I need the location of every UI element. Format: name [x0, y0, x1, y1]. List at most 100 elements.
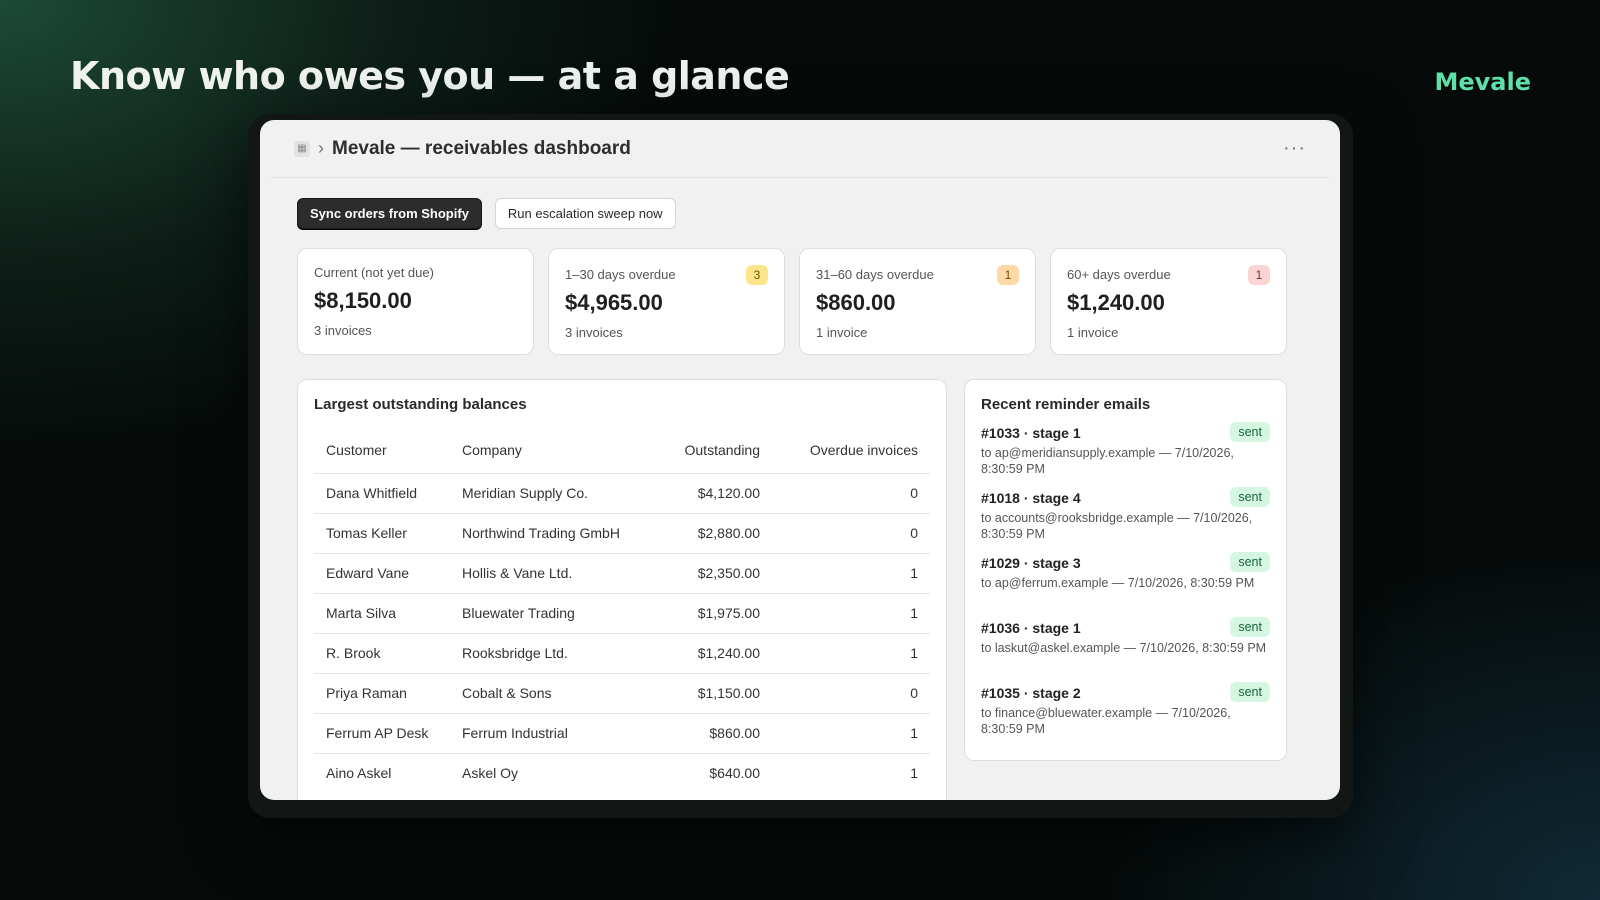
aging-card[interactable]: 31–60 days overdue $860.00 1 invoice 1: [799, 248, 1036, 355]
list-item[interactable]: #1033 · stage 1 sent to ap@meridiansupply.…: [981, 422, 1270, 490]
status-badge: sent: [1230, 682, 1270, 702]
aging-count-badge: 1: [997, 265, 1019, 285]
cell-customer: Tomas Keller: [314, 513, 450, 554]
column-header-outstanding[interactable]: Outstanding: [652, 429, 772, 474]
aging-card-amount: $4,965.00: [565, 290, 663, 315]
table-row[interactable]: Dana Whitfield Meridian Supply Co. $4,120.…: [314, 473, 930, 514]
aging-card[interactable]: Current (not yet due) $8,150.00 3 invoices: [297, 248, 534, 355]
cell-company: Meridian Supply Co.: [450, 473, 652, 514]
cell-customer: Dana Whitfield: [314, 473, 450, 514]
reminder-recipient-time: to ap@meridiansupply.example — 7/10/2026…: [981, 446, 1234, 476]
aging-card-count: 3 invoices: [565, 325, 623, 340]
aging-card-label: 60+ days overdue: [1067, 267, 1171, 282]
cell-outstanding: $860.00: [652, 713, 772, 754]
aging-cards: Current (not yet due) $8,150.00 3 invoices…: [297, 248, 1287, 355]
column-header-company[interactable]: Company: [450, 429, 652, 474]
aging-card-count: 1 invoice: [1067, 325, 1119, 340]
cell-customer: Edward Vane: [314, 553, 450, 594]
sync-shopify-button[interactable]: Sync orders from Shopify: [297, 198, 482, 229]
cell-outstanding: $2,350.00: [652, 553, 772, 594]
app-window: ▦ › Mevale — receivables dashboard ··· S…: [260, 120, 1340, 800]
table-row[interactable]: Marta Silva Bluewater Trading $1,975.00 1: [314, 593, 930, 634]
balances-title: Largest outstanding balances: [314, 396, 527, 413]
table-row[interactable]: Priya Raman Cobalt & Sons $1,150.00 0: [314, 673, 930, 714]
cell-overdue-count: 1: [910, 765, 918, 781]
aging-count-badge: 1: [1248, 265, 1270, 285]
aging-card[interactable]: 60+ days overdue $1,240.00 1 invoice 1: [1050, 248, 1287, 355]
more-options-icon[interactable]: ···: [1283, 137, 1306, 160]
column-header-overdue[interactable]: Overdue invoices: [772, 429, 930, 474]
status-badge: sent: [1230, 487, 1270, 507]
cell-company: Rooksbridge Ltd.: [450, 633, 652, 674]
reminder-invoice-stage: #1035 · stage 2: [981, 685, 1081, 701]
table-row[interactable]: Tomas Keller Northwind Trading GmbH $2,880…: [314, 513, 930, 554]
cell-outstanding: $640.00: [709, 765, 760, 781]
list-item[interactable]: #1018 · stage 4 sent to accounts@rooksbrid…: [981, 487, 1270, 555]
cell-overdue-count: 1: [772, 713, 930, 754]
action-bar: Sync orders from Shopify Run escalation …: [260, 178, 1340, 229]
cell-outstanding: $2,880.00: [652, 513, 772, 554]
cell-company: Northwind Trading GmbH: [450, 513, 652, 554]
cell-overdue-count: 1: [772, 593, 930, 634]
cell-customer: Marta Silva: [314, 593, 450, 634]
list-item[interactable]: #1029 · stage 3 sent to ap@ferrum.example …: [981, 552, 1270, 620]
status-badge: sent: [1230, 422, 1270, 442]
cell-customer: Ferrum AP Desk: [314, 713, 450, 754]
reminders-title: Recent reminder emails: [981, 396, 1151, 413]
table-row[interactable]: Edward Vane Hollis & Vane Ltd. $2,350.00 1: [314, 553, 930, 594]
cell-outstanding: $4,120.00: [652, 473, 772, 514]
aging-card-label: 1–30 days overdue: [565, 267, 676, 282]
cell-outstanding: $1,240.00: [652, 633, 772, 674]
reminder-recipient-time: to finance@bluewater.example — 7/10/2026…: [981, 706, 1231, 736]
cell-outstanding: $1,150.00: [652, 673, 772, 714]
table-row[interactable]: Aino Askel Askel Oy $640.00 1: [314, 754, 930, 794]
cell-overdue-count: 0: [772, 473, 930, 514]
reminder-invoice-stage: #1018 · stage 4: [981, 490, 1081, 506]
balances-table: Customer Company Outstanding Overdue inv…: [314, 429, 930, 793]
reminder-recipient-time: to accounts@rooksbridge.example — 7/10/2…: [981, 511, 1253, 541]
reminder-recipient-time: to laskut@askel.example — 7/10/2026, 8:3…: [981, 641, 1267, 655]
aging-card-count: 3 invoices: [314, 323, 372, 338]
reminder-invoice-stage: #1033 · stage 1: [981, 425, 1081, 441]
brand-logo: Mevale: [1434, 68, 1531, 96]
cell-overdue-count: 1: [772, 553, 930, 594]
cell-company: Bluewater Trading: [450, 593, 652, 634]
reminder-recipient-time: to ap@ferrum.example — 7/10/2026, 8:30:5…: [981, 576, 1255, 590]
cell-company: Cobalt & Sons: [450, 673, 652, 714]
page-title: Mevale — receivables dashboard: [332, 137, 631, 159]
status-badge: sent: [1230, 552, 1270, 572]
aging-card[interactable]: 1–30 days overdue $4,965.00 3 invoices 3: [548, 248, 785, 355]
aging-card-amount: $860.00: [816, 290, 896, 315]
table-row[interactable]: Ferrum AP Desk Ferrum Industrial $860.00 1: [314, 713, 930, 754]
cell-customer: Priya Raman: [314, 673, 450, 714]
escalation-sweep-button[interactable]: Run escalation sweep now: [494, 198, 676, 229]
aging-card-label: 31–60 days overdue: [816, 267, 934, 282]
reminder-invoice-stage: #1029 · stage 3: [981, 555, 1081, 571]
cell-overdue-count: 1: [772, 633, 930, 674]
cell-outstanding: $1,975.00: [652, 593, 772, 634]
cell-customer: R. Brook: [314, 633, 450, 674]
cell-company: Askel Oy: [462, 765, 519, 781]
app-grid-icon[interactable]: ▦: [294, 140, 310, 157]
list-item[interactable]: #1036 · stage 1 sent to laskut@askel.examp…: [981, 617, 1270, 685]
aging-card-amount: $1,240.00: [1067, 290, 1165, 315]
reminder-list: #1033 · stage 1 sent to ap@meridiansupply.…: [981, 422, 1270, 750]
status-badge: sent: [1230, 617, 1270, 637]
balances-panel: Largest outstanding balances Customer Co…: [297, 379, 947, 800]
cell-company: Ferrum Industrial: [450, 713, 652, 754]
hero-headline: Know who owes you — at a glance: [70, 54, 790, 98]
list-item[interactable]: #1035 · stage 2 sent to finance@bluewater.…: [981, 682, 1270, 750]
table-row[interactable]: R. Brook Rooksbridge Ltd. $1,240.00 1: [314, 633, 930, 674]
aging-card-count: 1 invoice: [816, 325, 868, 340]
breadcrumb-chevron-icon: ›: [318, 138, 324, 158]
aging-count-badge: 3: [746, 265, 768, 285]
table-header-row: Customer Company Outstanding Overdue inv…: [314, 429, 930, 474]
cell-customer: Aino Askel: [326, 765, 392, 781]
cell-overdue-count: 0: [772, 513, 930, 554]
window-titlebar: ▦ › Mevale — receivables dashboard ···: [270, 120, 1330, 178]
aging-card-amount: $8,150.00: [314, 288, 412, 313]
aging-card-label: Current (not yet due): [314, 265, 434, 280]
column-header-customer[interactable]: Customer: [314, 429, 450, 474]
reminder-invoice-stage: #1036 · stage 1: [981, 620, 1081, 636]
reminders-panel: Recent reminder emails #1033 · stage 1 se…: [964, 379, 1287, 761]
